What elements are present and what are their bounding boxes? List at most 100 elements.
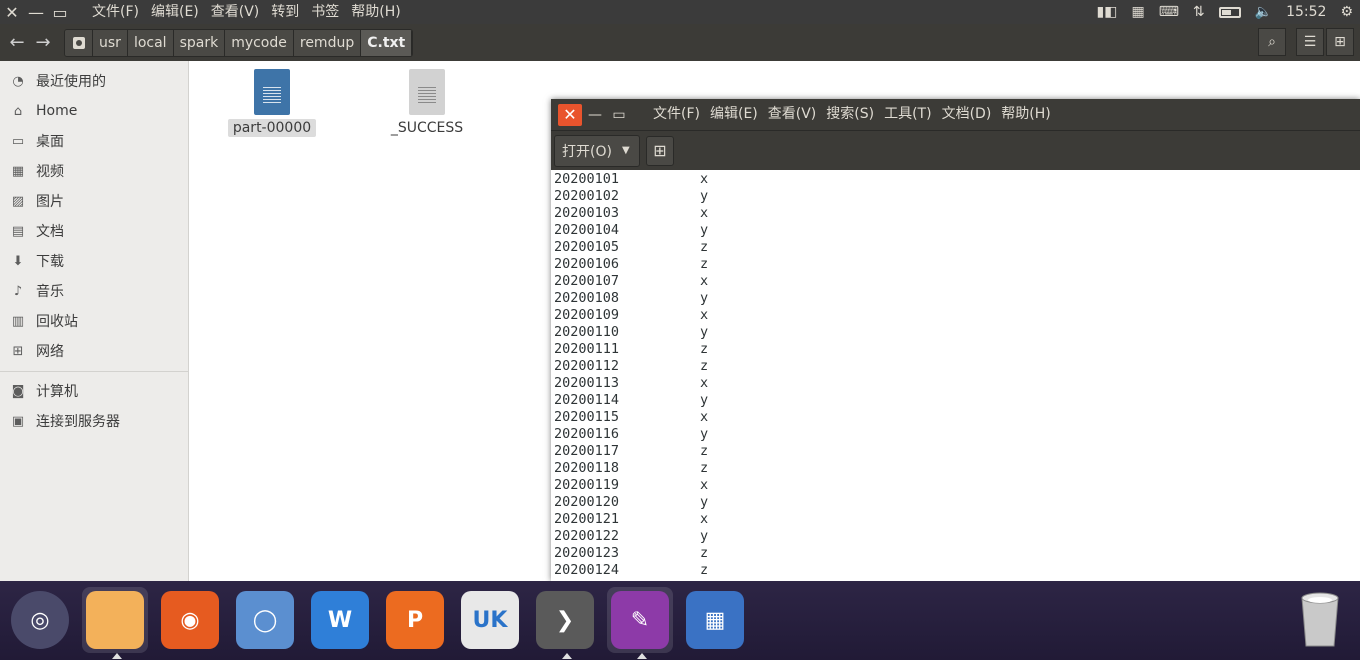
wps-presentation-icon[interactable]: P [382,587,448,653]
close-icon[interactable]: ✕ [0,0,24,24]
text-line: 20200121 x [551,511,1360,528]
line-date: 20200124 [554,562,620,578]
line-value: y [700,222,709,238]
sidebar-item-label: 回收站 [36,314,78,330]
keyboard-switch-icon[interactable]: ▮◧ [1097,4,1118,20]
list-view-icon[interactable]: ☰ [1296,28,1324,56]
menu-help[interactable]: 帮助(H) [996,99,1055,130]
maximize-icon[interactable]: ▭ [608,104,630,126]
sidebar-item-home[interactable]: ⌂ Home [0,96,188,126]
minimize-icon[interactable]: — [584,104,606,126]
text-area[interactable]: 20200101 x 20200102 y 20200103 x 20200104 y 2020… [551,171,1360,581]
menu-edit[interactable]: 编辑(E) [145,0,205,24]
battery-icon[interactable] [1218,6,1241,18]
volume-icon[interactable]: 🔈 [1255,4,1272,20]
calendar-icon[interactable]: ▦ [1131,4,1144,20]
text-line: 20200108 y [551,290,1360,307]
trash-icon[interactable] [1287,587,1353,653]
terminal-icon[interactable]: ❯ [532,587,598,659]
breadcrumb-usr[interactable]: usr [93,29,128,56]
open-button[interactable]: 打开(O) ▼ [554,134,640,167]
gedit-icon[interactable]: ✎ [607,587,673,659]
back-arrow-icon[interactable]: ← [4,30,30,56]
sidebar-item-network[interactable]: ⊞ 网络 [0,336,188,366]
keyboard-icon[interactable]: ⌨ [1159,4,1179,20]
menu-view[interactable]: 查看(V) [205,0,266,24]
line-value: x [700,409,709,425]
text-line: 20200101 x [551,171,1360,188]
sidebar-item-connect-server[interactable]: ▣ 连接到服务器 [0,406,188,436]
line-date: 20200110 [554,324,620,340]
text-line: 20200119 x [551,477,1360,494]
root-drive-icon[interactable] [65,29,93,56]
search-icon[interactable]: ⌕ [1258,28,1286,56]
file-item-part-00000[interactable]: part-00000 [212,69,332,137]
menu-bookmarks[interactable]: 书签 [305,0,345,24]
menu-file[interactable]: 文件(F) [86,0,145,24]
sidebar-item-videos[interactable]: ▦ 视频 [0,156,188,186]
maximize-icon[interactable]: ▭ [48,0,72,24]
sidebar-item-recent[interactable]: ◔ 最近使用的 [0,66,188,96]
sidebar-item-label: Home [36,103,78,119]
firefox-icon[interactable]: ◉ [157,587,223,653]
minimize-icon[interactable]: — [24,0,48,24]
text-line: 20200124 z [551,562,1360,579]
clock[interactable]: 15:52 [1286,4,1326,20]
text-line: 20200116 y [551,426,1360,443]
menu-search[interactable]: 搜索(S) [821,99,879,130]
breadcrumb-mycode[interactable]: mycode [225,29,294,56]
sidebar-item-label: 计算机 [36,384,78,400]
menu-tools[interactable]: 工具(T) [879,99,936,130]
sidebar-item-label: 网络 [36,344,64,360]
network-icon[interactable]: ⇅ [1193,4,1205,20]
forward-arrow-icon[interactable]: → [30,30,56,56]
view-buttons: ⌕ ☰ ⊞ [1256,28,1354,56]
menu-documents[interactable]: 文档(D) [937,99,997,130]
line-date: 20200106 [554,256,620,272]
breadcrumb-c-txt[interactable]: C.txt [361,29,413,56]
line-date: 20200122 [554,528,620,544]
line-value: x [700,477,709,493]
recent-icon: ◔ [12,73,24,89]
breadcrumb-spark[interactable]: spark [173,29,226,56]
menu-go[interactable]: 转到 [265,0,305,24]
new-document-icon[interactable]: ⊞ [646,135,674,166]
line-value: z [700,545,709,561]
chromium-icon[interactable]: ◯ [232,587,298,653]
breadcrumb-remdup[interactable]: remdup [293,29,362,56]
sidebar-divider [0,371,188,372]
breadcrumb-local[interactable]: local [127,29,174,56]
sidebar-item-documents[interactable]: ▤ 文档 [0,216,188,246]
line-date: 20200115 [554,409,620,425]
sidebar-item-computer[interactable]: ◙ 计算机 [0,376,188,406]
text-line: 20200117 z [551,443,1360,460]
workspace-switcher-icon[interactable]: ▦ [682,587,748,653]
menu-view[interactable]: 查看(V) [763,99,822,130]
computer-icon: ◙ [11,383,25,399]
ubuntu-logo-icon[interactable]: ◎ [7,587,73,653]
text-line: 20200110 y [551,324,1360,341]
sidebar-item-music[interactable]: ♪ 音乐 [0,276,188,306]
gear-icon[interactable]: ⚙ [1340,4,1353,20]
sidebar-item-desktop[interactable]: ▭ 桌面 [0,126,188,156]
software-center-icon[interactable]: UK [457,587,523,653]
line-value: y [700,188,709,204]
close-icon[interactable]: ✕ [558,103,582,126]
desktop-icon: ▭ [11,133,25,149]
sidebar-item-downloads[interactable]: ⬇ 下载 [0,246,188,276]
line-date: 20200116 [554,426,620,442]
menu-file[interactable]: 文件(F) [648,99,705,130]
top-menu-bar: ✕ — ▭ 文件(F) 编辑(E) 查看(V) 转到 书签 帮助(H) ▮◧ ▦… [0,0,1360,24]
menu-edit[interactable]: 编辑(E) [705,99,763,130]
file-item-success[interactable]: _SUCCESS [367,69,487,137]
editor-titlebar: ✕ — ▭ 文件(F) 编辑(E) 查看(V) 搜索(S) 工具(T) 文档(D… [551,99,1360,130]
line-date: 20200109 [554,307,620,323]
line-value: x [700,205,709,221]
sidebar-item-trash[interactable]: ▥ 回收站 [0,306,188,336]
grid-view-icon[interactable]: ⊞ [1326,28,1354,56]
menu-help[interactable]: 帮助(H) [345,0,406,24]
files-icon[interactable] [82,587,148,659]
wps-writer-icon[interactable]: W [307,587,373,653]
line-value: z [700,239,709,255]
sidebar-item-pictures[interactable]: ▨ 图片 [0,186,188,216]
